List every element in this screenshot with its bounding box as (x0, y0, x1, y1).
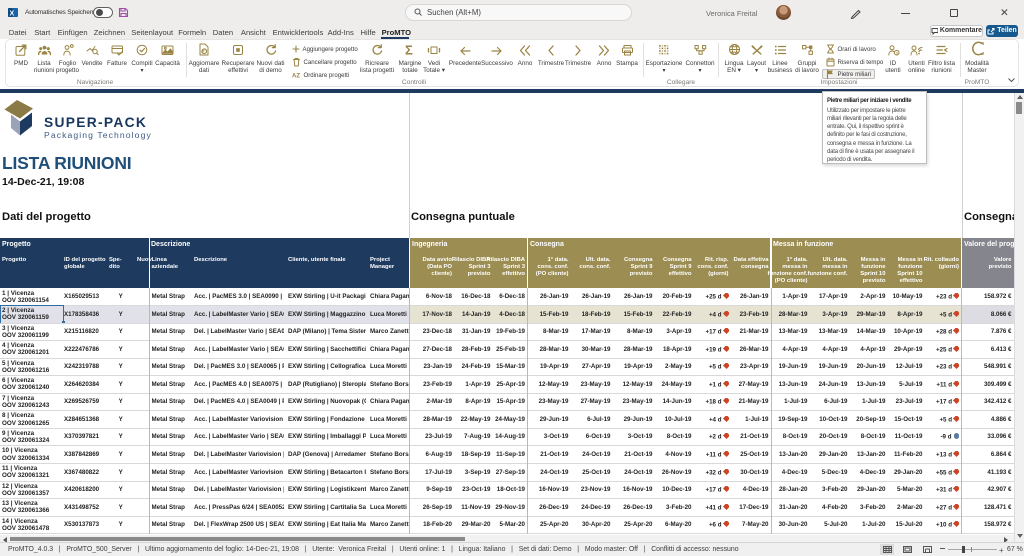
svg-text:AZ: AZ (292, 74, 300, 80)
svg-text:X: X (9, 10, 14, 17)
svg-text:Σ: Σ (405, 43, 413, 56)
